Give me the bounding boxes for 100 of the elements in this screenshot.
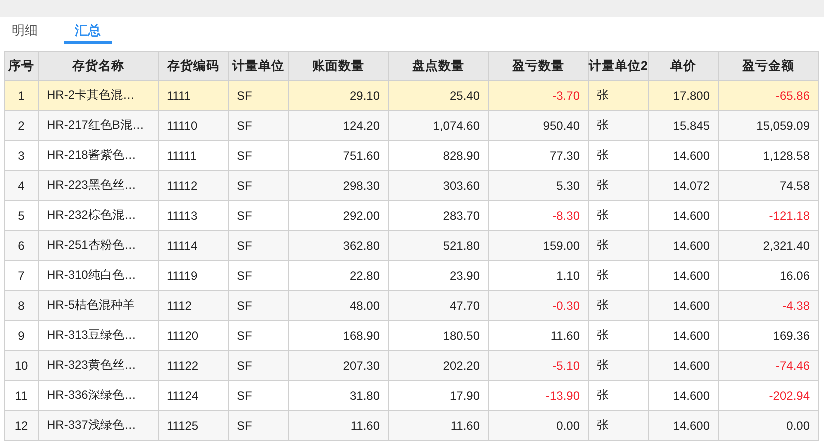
table-cell: 362.80 xyxy=(288,230,388,260)
table-cell: 14.600 xyxy=(648,410,718,440)
table-cell: 283.70 xyxy=(388,200,488,230)
table-cell: 521.80 xyxy=(388,230,488,260)
column-header: 盘点数量 xyxy=(388,52,488,80)
table-cell: 8 xyxy=(4,290,38,320)
table-row[interactable]: 9 HR-313豆绿色… 11120 SF 168.90 180.50 11.60 张 14.600 169.36 xyxy=(4,320,818,350)
table-cell: 202.20 xyxy=(388,350,488,380)
table-row[interactable]: 12 HR-337浅绿色… 11125 SF 11.60 11.60 0.00 张 14.600 0.00 xyxy=(4,410,818,440)
column-header: 盈亏数量 xyxy=(488,52,588,80)
table-cell: 张 xyxy=(588,260,648,290)
table-cell: 15.845 xyxy=(648,110,718,140)
table-cell: HR-223黑色丝… xyxy=(38,170,158,200)
table-cell: 31.80 xyxy=(288,380,388,410)
table-row[interactable]: 10 HR-323黄色丝… 11122 SF 207.30 202.20 -5.10 张 14.600 -74.46 xyxy=(4,350,818,380)
table-cell: 4 xyxy=(4,170,38,200)
table-cell: 11.60 xyxy=(288,410,388,440)
table-cell: 11119 xyxy=(158,260,228,290)
column-header: 盈亏金额 xyxy=(718,52,818,80)
table-cell: HR-218酱紫色… xyxy=(38,140,158,170)
table-cell: 16.06 xyxy=(718,260,818,290)
table-cell: 292.00 xyxy=(288,200,388,230)
table-cell: 张 xyxy=(588,140,648,170)
table-cell: -202.94 xyxy=(718,380,818,410)
table-cell: -13.90 xyxy=(488,380,588,410)
table-cell: 12 xyxy=(4,410,38,440)
table-cell: 11111 xyxy=(158,140,228,170)
table-cell: HR-232棕色混… xyxy=(38,200,158,230)
table-row[interactable]: 8 HR-5桔色混种羊 1112 SF 48.00 47.70 -0.30 张 14.600 -4.38 xyxy=(4,290,818,320)
table-cell: SF xyxy=(228,230,288,260)
table-cell: 11114 xyxy=(158,230,228,260)
table-cell: 11.60 xyxy=(388,410,488,440)
table-cell: 47.70 xyxy=(388,290,488,320)
table-cell: HR-5桔色混种羊 xyxy=(38,290,158,320)
table-cell: HR-336深绿色… xyxy=(38,380,158,410)
table-row[interactable]: 4 HR-223黑色丝… 11112 SF 298.30 303.60 5.30 张 14.072 74.58 xyxy=(4,170,818,200)
table-cell: 11110 xyxy=(158,110,228,140)
table-cell: 11113 xyxy=(158,200,228,230)
table-cell: 828.90 xyxy=(388,140,488,170)
table-cell: 17.800 xyxy=(648,80,718,110)
table-cell: 11.60 xyxy=(488,320,588,350)
table-cell: 1,074.60 xyxy=(388,110,488,140)
table-cell: 5.30 xyxy=(488,170,588,200)
table-cell: 14.600 xyxy=(648,230,718,260)
table-cell: -5.10 xyxy=(488,350,588,380)
table-cell: 2,321.40 xyxy=(718,230,818,260)
table-cell: HR-2卡其色混… xyxy=(38,80,158,110)
table-cell: 张 xyxy=(588,380,648,410)
column-header: 计量单位 xyxy=(228,52,288,80)
table-cell: 9 xyxy=(4,320,38,350)
table-cell: 14.600 xyxy=(648,290,718,320)
table-cell: -4.38 xyxy=(718,290,818,320)
table-cell: 11122 xyxy=(158,350,228,380)
table-cell: -3.70 xyxy=(488,80,588,110)
table-cell: 11124 xyxy=(158,380,228,410)
table-row[interactable]: 5 HR-232棕色混… 11113 SF 292.00 283.70 -8.30 张 14.600 -121.18 xyxy=(4,200,818,230)
column-header: 存货名称 xyxy=(38,52,158,80)
column-header: 账面数量 xyxy=(288,52,388,80)
table-row[interactable]: 11 HR-336深绿色… 11124 SF 31.80 17.90 -13.90 张 14.600 -202.94 xyxy=(4,380,818,410)
table-cell: 1,128.58 xyxy=(718,140,818,170)
table-cell: 11120 xyxy=(158,320,228,350)
table-cell: 22.80 xyxy=(288,260,388,290)
tab[interactable]: 明细 xyxy=(4,17,52,44)
table-cell: SF xyxy=(228,380,288,410)
table-row[interactable]: 2 HR-217红色B混… 11110 SF 124.20 1,074.60 950.40 张 15.845 15,059.09 xyxy=(4,110,818,140)
column-header: 单价 xyxy=(648,52,718,80)
table-row[interactable]: 6 HR-251杏粉色… 11114 SF 362.80 521.80 159.00 张 14.600 2,321.40 xyxy=(4,230,818,260)
table-cell: 15,059.09 xyxy=(718,110,818,140)
table-cell: -65.86 xyxy=(718,80,818,110)
table-cell: 29.10 xyxy=(288,80,388,110)
table-cell: 14.600 xyxy=(648,380,718,410)
table-cell: 14.600 xyxy=(648,350,718,380)
table-cell: 23.90 xyxy=(388,260,488,290)
table-cell: 1112 xyxy=(158,290,228,320)
table-cell: 48.00 xyxy=(288,290,388,320)
table-cell: 950.40 xyxy=(488,110,588,140)
table-cell: -8.30 xyxy=(488,200,588,230)
table-cell: 张 xyxy=(588,410,648,440)
table-row[interactable]: 1 HR-2卡其色混… 1111 SF 29.10 25.40 -3.70 张 17.800 -65.86 xyxy=(4,80,818,110)
table-row[interactable]: 7 HR-310纯白色… 11119 SF 22.80 23.90 1.10 张 14.600 16.06 xyxy=(4,260,818,290)
column-header: 计量单位2 xyxy=(588,52,648,80)
table-cell: 180.50 xyxy=(388,320,488,350)
table-cell: 25.40 xyxy=(388,80,488,110)
table-cell: 张 xyxy=(588,80,648,110)
table-cell: 张 xyxy=(588,320,648,350)
table-cell: 张 xyxy=(588,170,648,200)
table-cell: 207.30 xyxy=(288,350,388,380)
table-cell: 124.20 xyxy=(288,110,388,140)
table-cell: 2 xyxy=(4,110,38,140)
table-cell: SF xyxy=(228,290,288,320)
table-cell: 17.90 xyxy=(388,380,488,410)
table-cell: 159.00 xyxy=(488,230,588,260)
table-row[interactable]: 3 HR-218酱紫色… 11111 SF 751.60 828.90 77.30 张 14.600 1,128.58 xyxy=(4,140,818,170)
table-cell: SF xyxy=(228,260,288,290)
table-cell: 74.58 xyxy=(718,170,818,200)
table-cell: SF xyxy=(228,140,288,170)
table-cell: 11125 xyxy=(158,410,228,440)
table-cell: 14.600 xyxy=(648,320,718,350)
table-cell: 张 xyxy=(588,290,648,320)
table-cell: -74.46 xyxy=(718,350,818,380)
